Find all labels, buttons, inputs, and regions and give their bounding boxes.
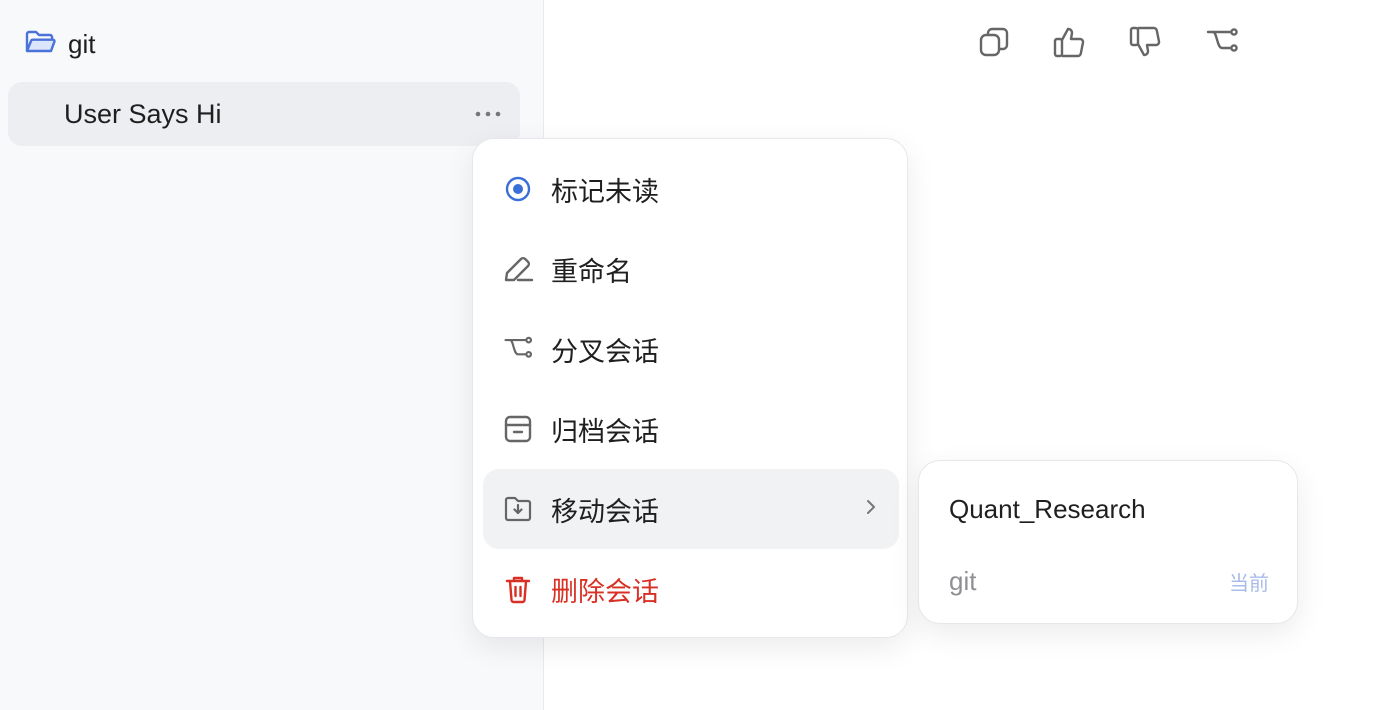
menu-item-label: 归档会话	[551, 416, 659, 447]
archive-icon	[501, 412, 535, 446]
submenu-item-label: Quant_Research	[949, 493, 1146, 524]
menu-item-archive[interactable]: 归档会话	[483, 389, 899, 469]
conversation-title: User Says Hi	[64, 98, 222, 129]
submenu-item-label: git	[949, 565, 977, 596]
fork-icon	[501, 332, 535, 366]
menu-item-label: 分叉会话	[551, 336, 659, 367]
chevron-right-icon	[865, 497, 877, 522]
menu-item-label: 标记未读	[551, 176, 659, 207]
trash-icon	[501, 572, 535, 606]
menu-item-rename[interactable]: 重命名	[483, 229, 899, 309]
rename-pencil-icon	[501, 252, 535, 286]
conversation-context-menu: 标记未读 重命名 分叉会话 归档会话 移动会话 删除会话	[472, 138, 908, 638]
mark-unread-icon	[501, 172, 535, 206]
menu-item-delete[interactable]: 删除会话	[483, 549, 899, 629]
more-horizontal-icon[interactable]	[472, 100, 504, 128]
folder-label: git	[68, 28, 96, 59]
folder-open-icon	[24, 28, 56, 61]
move-folder-icon	[501, 492, 535, 526]
current-badge: 当前	[1229, 572, 1269, 595]
submenu-item-git[interactable]: git 当前	[919, 545, 1299, 617]
copy-icon[interactable]	[974, 22, 1014, 62]
menu-item-mark-unread[interactable]: 标记未读	[483, 149, 899, 229]
thumbs-down-icon[interactable]	[1126, 22, 1166, 62]
fork-icon[interactable]	[1202, 22, 1242, 62]
thumbs-up-icon[interactable]	[1050, 22, 1090, 62]
conversation-item[interactable]: User Says Hi	[8, 82, 520, 146]
menu-item-fork[interactable]: 分叉会话	[483, 309, 899, 389]
menu-item-label: 移动会话	[551, 496, 659, 527]
menu-item-label: 删除会话	[551, 576, 659, 607]
menu-item-move[interactable]: 移动会话	[483, 469, 899, 549]
sidebar: git User Says Hi	[0, 0, 544, 710]
menu-item-label: 重命名	[551, 256, 632, 287]
submenu-item-quant-research[interactable]: Quant_Research	[919, 473, 1299, 545]
folder-row-git[interactable]: git	[24, 28, 95, 60]
move-folder-submenu: Quant_Research git 当前	[918, 460, 1298, 624]
